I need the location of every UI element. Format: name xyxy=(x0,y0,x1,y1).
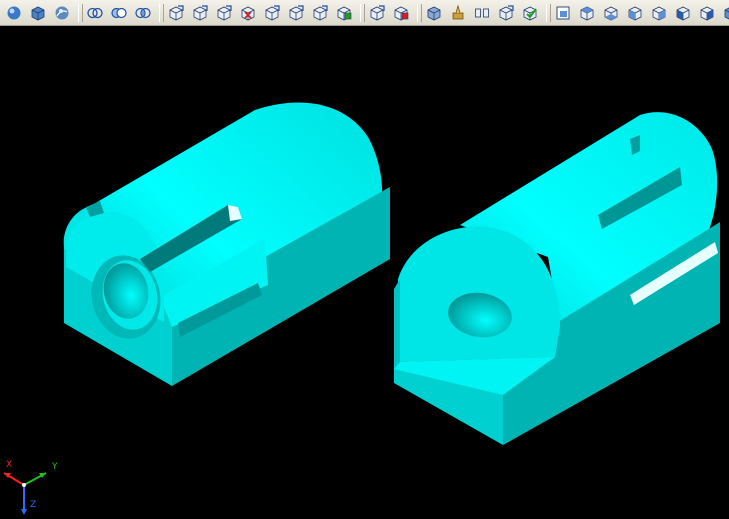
color-faces-icon xyxy=(337,6,352,20)
model-space: X Y Z xyxy=(3,102,720,515)
toolbar-group-views xyxy=(545,1,729,25)
copy-faces-icon xyxy=(313,4,328,20)
front-view-icon xyxy=(676,6,690,20)
left-view-icon xyxy=(628,6,642,20)
globe-render-icon xyxy=(55,6,69,19)
taper-faces-icon xyxy=(289,4,304,20)
intersect-button[interactable] xyxy=(132,2,154,24)
subtract-button[interactable] xyxy=(108,2,130,24)
named-views-icon xyxy=(556,6,570,19)
sphere-shade-button[interactable] xyxy=(3,2,25,24)
bottom-view-button[interactable] xyxy=(600,2,622,24)
globe-render-button[interactable] xyxy=(51,2,73,24)
offset-faces-icon xyxy=(217,4,232,20)
separate-icon xyxy=(475,8,489,17)
named-views-button[interactable] xyxy=(552,2,574,24)
top-view-button[interactable] xyxy=(576,2,598,24)
move-faces-icon xyxy=(193,4,208,20)
intersect-icon xyxy=(135,7,151,18)
toolbar xyxy=(0,0,729,26)
sphere-shade-icon xyxy=(7,6,21,19)
clean-icon xyxy=(452,4,464,19)
extrude-faces-icon xyxy=(169,4,184,20)
ucs-z-label: Z xyxy=(30,500,36,510)
union-button[interactable] xyxy=(84,2,106,24)
delete-faces-button[interactable] xyxy=(237,2,259,24)
box-shade-button[interactable] xyxy=(27,2,49,24)
iso-view-icon xyxy=(724,7,729,19)
toolbar-group-edges xyxy=(359,1,416,25)
color-faces-button[interactable] xyxy=(333,2,355,24)
solid-part-right[interactable] xyxy=(394,112,720,445)
box-shade-icon xyxy=(31,6,45,20)
back-view-button[interactable] xyxy=(696,2,718,24)
iso-view-button[interactable] xyxy=(720,2,729,24)
toolbar-group-shade xyxy=(2,1,77,25)
clean-button[interactable] xyxy=(447,2,469,24)
ucs-x-label: X xyxy=(6,460,12,470)
union-icon xyxy=(87,7,103,18)
extrude-faces-button[interactable] xyxy=(165,2,187,24)
imprint-icon xyxy=(427,6,441,20)
color-edges-button[interactable] xyxy=(390,2,412,24)
toolbar-group-body xyxy=(416,1,545,25)
back-view-icon xyxy=(700,6,714,20)
rotate-faces-icon xyxy=(265,4,280,20)
cad-application: X Y Z xyxy=(0,0,729,519)
toolbar-group-boolean xyxy=(77,1,158,25)
ucs-icon: X Y Z xyxy=(3,460,58,515)
solid-part-left[interactable] xyxy=(63,102,390,386)
subtract-icon xyxy=(111,7,127,18)
check-button[interactable] xyxy=(519,2,541,24)
toolbar-group-solid-edit xyxy=(158,1,359,25)
imprint-button[interactable] xyxy=(423,2,445,24)
move-faces-button[interactable] xyxy=(189,2,211,24)
right-left-edge xyxy=(394,279,400,369)
separate-button[interactable] xyxy=(471,2,493,24)
shell-button[interactable] xyxy=(495,2,517,24)
check-icon xyxy=(523,6,537,20)
rotate-faces-button[interactable] xyxy=(261,2,283,24)
copy-faces-button[interactable] xyxy=(309,2,331,24)
right-view-button[interactable] xyxy=(648,2,670,24)
drawing-viewport[interactable]: X Y Z xyxy=(0,27,729,519)
delete-faces-icon xyxy=(241,6,255,20)
left-view-button[interactable] xyxy=(624,2,646,24)
offset-faces-button[interactable] xyxy=(213,2,235,24)
copy-edges-button[interactable] xyxy=(366,2,388,24)
color-edges-icon xyxy=(394,6,409,20)
ucs-y-label: Y xyxy=(51,462,58,472)
copy-edges-icon xyxy=(370,4,385,20)
front-view-button[interactable] xyxy=(672,2,694,24)
bottom-view-icon xyxy=(604,6,618,20)
shell-icon xyxy=(499,4,514,20)
taper-faces-button[interactable] xyxy=(285,2,307,24)
right-view-icon xyxy=(652,6,666,20)
top-view-icon xyxy=(580,6,594,20)
